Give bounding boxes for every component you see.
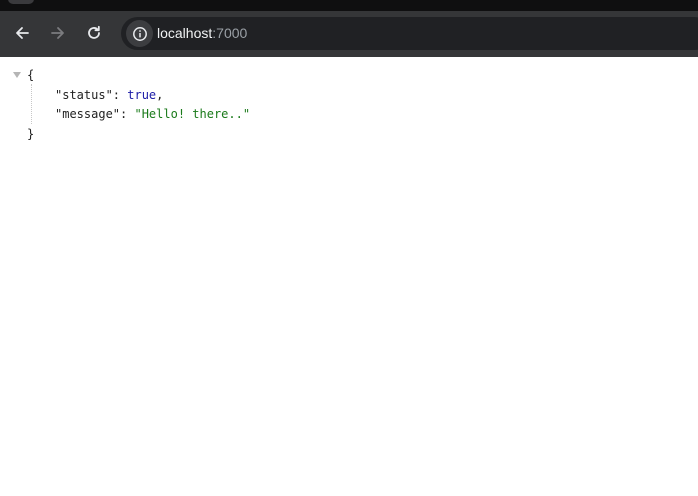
json-close-brace: } <box>27 127 35 141</box>
json-separator: : <box>120 107 135 121</box>
address-bar[interactable]: localhost:7000 <box>121 17 698 50</box>
arrow-left-icon <box>16 27 29 39</box>
back-button[interactable] <box>8 19 36 47</box>
browser-toolbar: localhost:7000 <box>0 11 698 57</box>
arrow-right-icon <box>51 27 64 39</box>
url-host: localhost <box>157 25 213 41</box>
url-text[interactable]: localhost:7000 <box>157 25 247 42</box>
json-comma: , <box>156 88 164 102</box>
json-open-brace: { <box>27 68 35 82</box>
browser-tab[interactable] <box>8 0 34 4</box>
json-value-boolean: true <box>127 88 157 102</box>
json-viewer: { "status": true, "message": "Hello! the… <box>0 57 698 496</box>
info-icon <box>132 26 147 41</box>
forward-button[interactable] <box>44 19 72 47</box>
json-separator: : <box>112 88 128 102</box>
reload-icon <box>88 25 100 39</box>
site-info-button[interactable] <box>126 20 153 47</box>
tab-strip <box>0 0 698 11</box>
url-port: :7000 <box>212 25 248 41</box>
indent-guide <box>31 84 32 124</box>
collapse-toggle-icon[interactable] <box>13 72 21 78</box>
json-value-string: "Hello! there.." <box>134 107 251 121</box>
json-key: "message" <box>55 107 121 121</box>
json-entry-message: "message": "Hello! there.." <box>55 104 250 124</box>
json-key: "status" <box>55 88 113 102</box>
json-entry-status: "status": true, <box>55 85 163 105</box>
reload-button[interactable] <box>80 19 108 47</box>
